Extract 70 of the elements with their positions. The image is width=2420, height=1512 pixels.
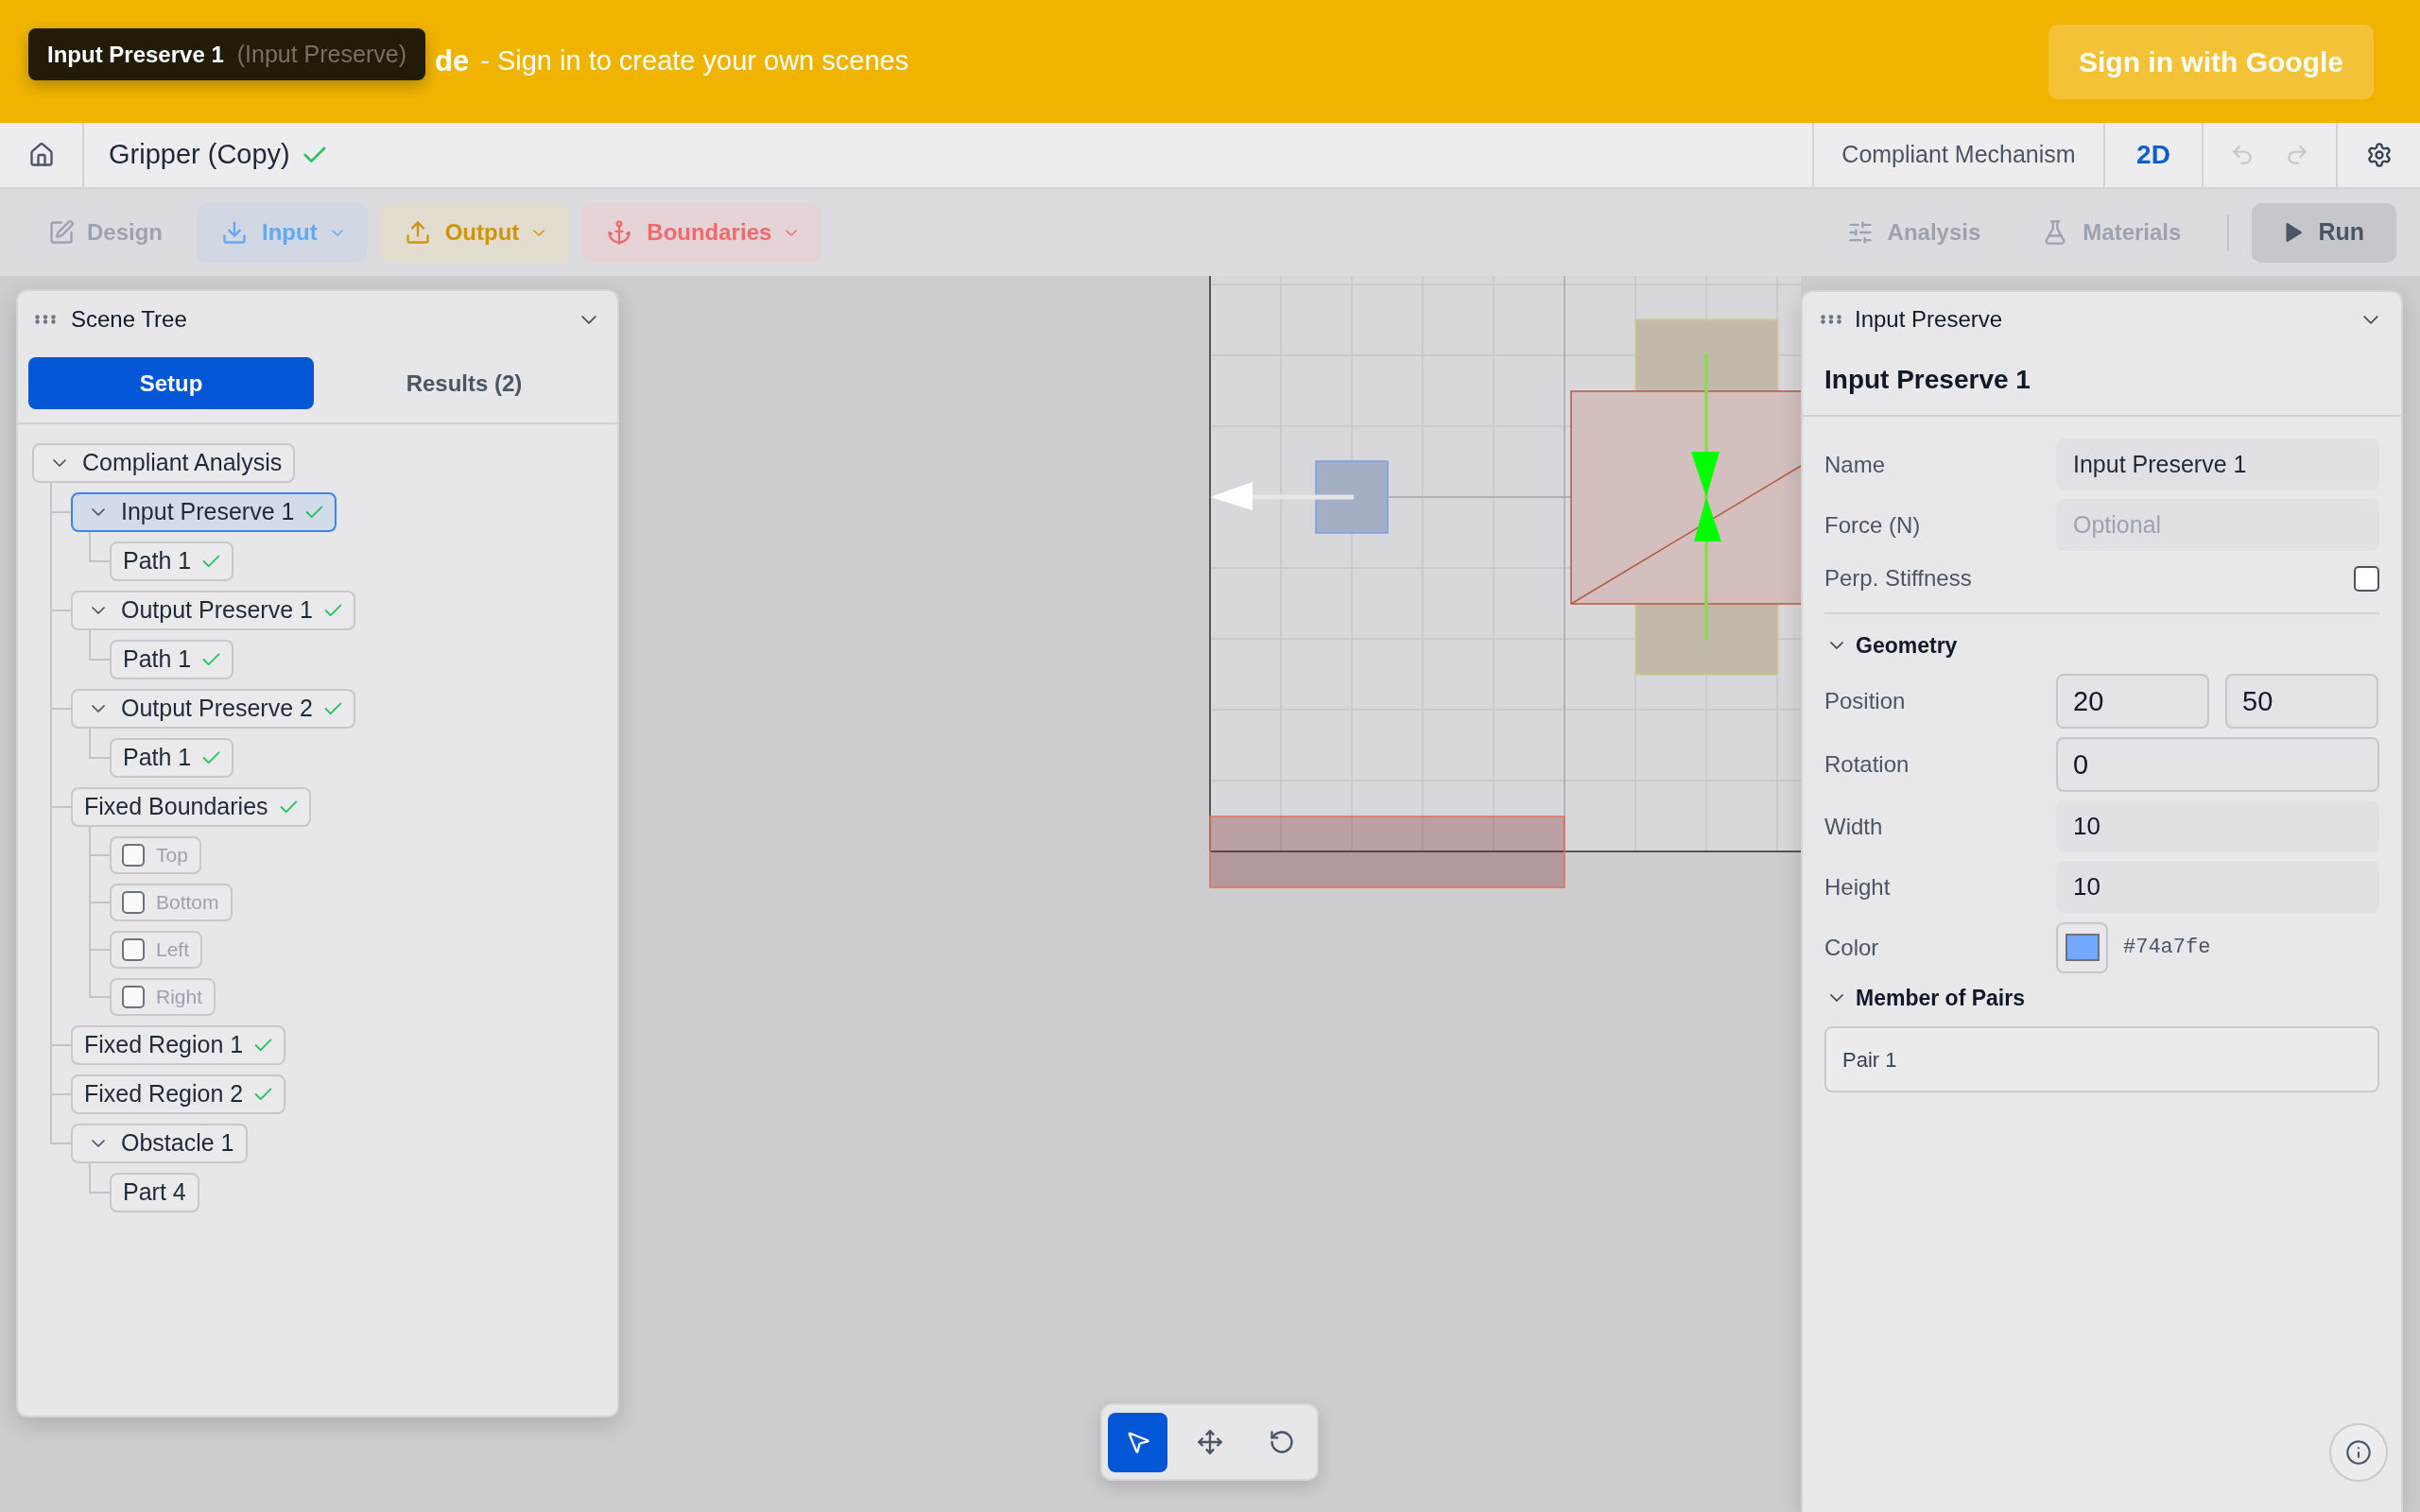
drag-handle-icon[interactable] xyxy=(1821,315,1841,324)
text-input[interactable]: Input Preserve 1 xyxy=(2056,438,2379,490)
tooltip-subtitle: (Input Preserve) xyxy=(236,39,406,69)
dimension-button[interactable]: 2D xyxy=(2103,123,2202,187)
download-icon xyxy=(221,219,248,246)
checkbox[interactable] xyxy=(122,844,145,867)
field-label: Position xyxy=(1824,687,1907,715)
checkbox[interactable] xyxy=(122,986,145,1008)
chevron-down-icon xyxy=(2363,315,2378,324)
color-picker-button[interactable] xyxy=(2056,921,2108,973)
text-input[interactable]: 10 xyxy=(2056,800,2379,852)
field-label: Force (N) xyxy=(1824,510,1922,540)
sliders-icon xyxy=(1846,219,1874,246)
tree-item[interactable]: Path 1 xyxy=(110,541,234,581)
chevron-down-icon xyxy=(786,229,798,236)
banner-title: de xyxy=(435,43,470,79)
info-icon xyxy=(2345,1439,2372,1466)
tree-item[interactable]: Obstacle 1 xyxy=(71,1124,248,1163)
tree-item[interactable]: Output Preserve 1 xyxy=(71,591,355,630)
section-header[interactable]: Member of Pairs xyxy=(1824,986,2025,1010)
chevron-down-icon xyxy=(533,229,545,236)
panel-title: Input Preserve xyxy=(1855,305,2003,334)
settings-icon xyxy=(2365,142,2393,168)
chevron-down-icon xyxy=(331,229,343,236)
tree-item[interactable]: Fixed Region 1 xyxy=(71,1025,286,1065)
tree-item[interactable]: Input Preserve 1 xyxy=(71,492,337,532)
pencil-square-icon xyxy=(48,219,75,246)
chevron-down-icon xyxy=(581,315,596,324)
field-label: Color xyxy=(1824,933,1880,962)
tooltip-title: Input Preserve 1 xyxy=(47,40,224,69)
anchor-icon xyxy=(606,219,633,246)
section-header[interactable]: Geometry xyxy=(1824,633,1958,658)
number-input[interactable]: 0 xyxy=(2056,737,2379,792)
home-icon xyxy=(27,142,55,168)
undo-icon xyxy=(2230,143,2255,167)
number-input[interactable]: 50 xyxy=(2225,674,2378,729)
move-arrows-icon xyxy=(1196,1429,1223,1455)
field-label: Rotation xyxy=(1824,750,1910,779)
tab[interactable]: Setup xyxy=(28,357,314,409)
panel-title: Scene Tree xyxy=(71,305,187,334)
text-input[interactable]: Optional xyxy=(2056,499,2379,551)
tree-item[interactable]: Path 1 xyxy=(110,738,234,778)
field-label: Width xyxy=(1824,812,1884,841)
mechanism-type-button[interactable]: Compliant Mechanism xyxy=(1812,123,2103,187)
select-tool-button[interactable] xyxy=(1108,1412,1167,1472)
tree-item[interactable]: Fixed Region 2 xyxy=(71,1074,286,1114)
tree-item[interactable]: Output Preserve 2 xyxy=(71,689,355,729)
object-title: Input Preserve 1 xyxy=(1824,364,2031,396)
upload-icon xyxy=(404,219,431,246)
tab[interactable]: Results (2) xyxy=(321,357,607,409)
tree-item[interactable]: Fixed Boundaries xyxy=(71,787,311,827)
text-input[interactable]: 10 xyxy=(2056,861,2379,913)
field-label: Perp. Stiffness xyxy=(1824,564,1973,593)
checkbox[interactable] xyxy=(122,938,145,961)
banner-message: - Sign in to create your own scenes xyxy=(480,44,909,78)
field-label: Name xyxy=(1824,450,1887,479)
checkbox[interactable] xyxy=(2354,565,2379,592)
redo-icon xyxy=(2285,143,2309,167)
drag-handle-icon[interactable] xyxy=(35,315,56,324)
rotate-icon xyxy=(1268,1429,1295,1455)
pair-item[interactable]: Pair 1 xyxy=(1824,1026,2379,1092)
tree-item[interactable]: Compliant Analysis xyxy=(32,443,296,483)
field-label: Height xyxy=(1824,872,1892,902)
play-icon xyxy=(2284,222,2304,243)
tree-item[interactable]: Path 1 xyxy=(110,640,234,679)
number-input[interactable]: 20 xyxy=(2056,674,2209,729)
checkbox[interactable] xyxy=(122,891,145,914)
tree-item[interactable]: Part 4 xyxy=(110,1173,199,1212)
project-title: Gripper (Copy) xyxy=(109,138,290,172)
color-hex-value: #74a7fe xyxy=(2123,935,2211,961)
